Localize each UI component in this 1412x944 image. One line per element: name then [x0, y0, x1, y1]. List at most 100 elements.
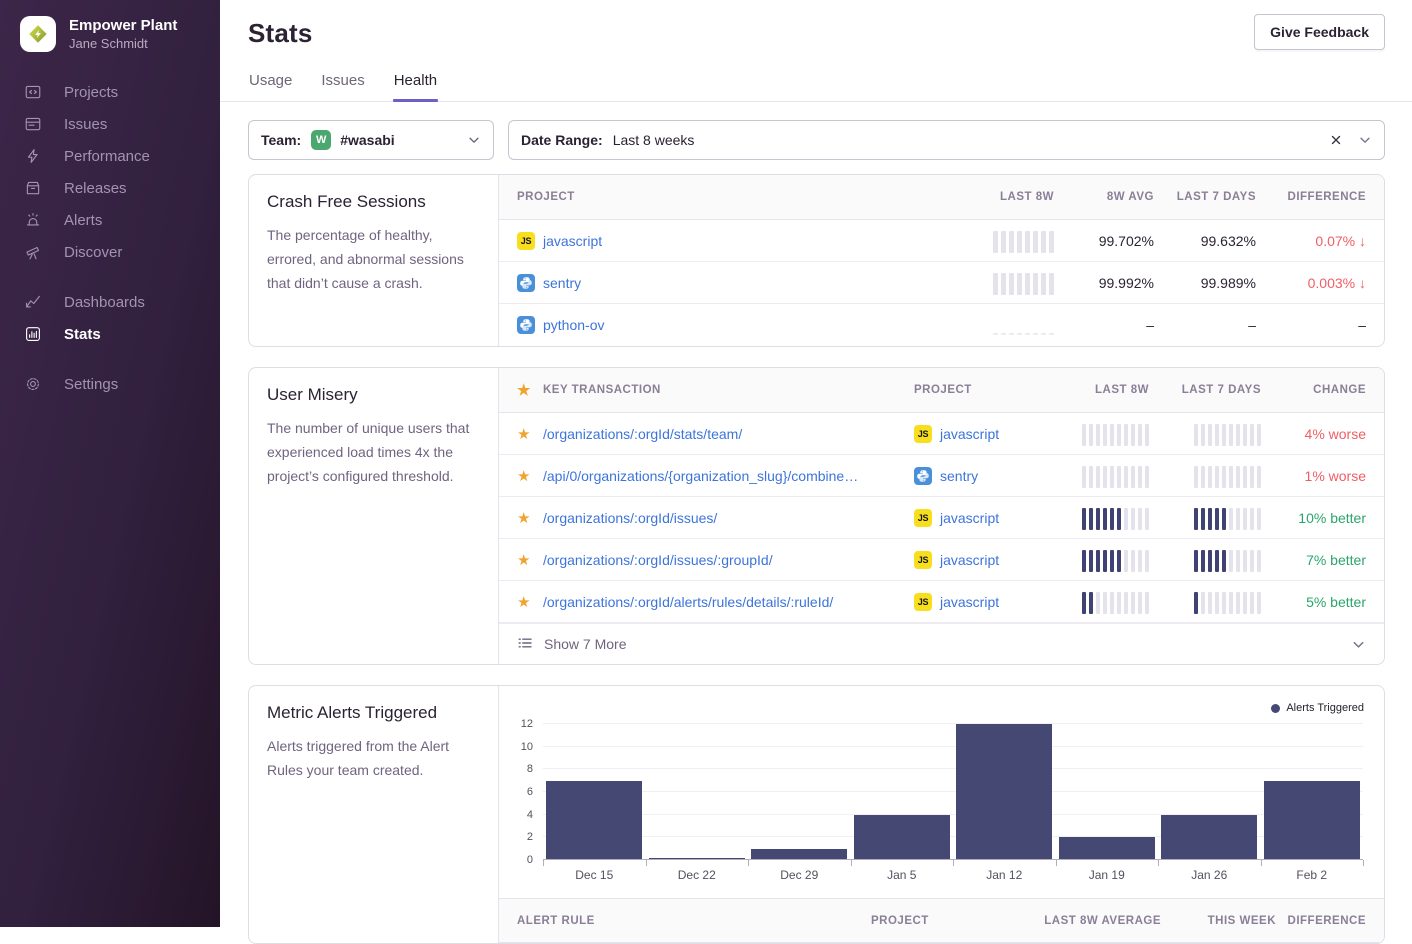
change-value: 1% worse [1261, 468, 1366, 484]
axis-tick [543, 860, 544, 866]
table-header: PROJECT LAST 8W 8W AVG LAST 7 DAYS DIFFE… [499, 175, 1384, 220]
sidebar-item-label: Stats [64, 326, 101, 343]
table-row: ★ /organizations/:orgId/stats/team/ JSja… [499, 413, 1384, 455]
sparkline [1194, 506, 1261, 530]
spark-bar [1194, 424, 1198, 446]
spark-bar [1243, 592, 1247, 614]
star-icon[interactable]: ★ [517, 509, 543, 527]
spark-bar [1194, 466, 1198, 488]
spark-bar [1009, 231, 1014, 253]
projects-icon [24, 83, 42, 101]
spark-bar [1082, 550, 1086, 572]
spark-bar [1089, 592, 1093, 614]
project-link[interactable]: javascript [940, 552, 999, 568]
project-link[interactable]: javascript [940, 426, 999, 442]
spark-bar [1110, 508, 1114, 530]
spark-bar [1243, 508, 1247, 530]
star-icon[interactable]: ★ [517, 593, 543, 611]
settings-icon [24, 375, 42, 393]
sparkline [1194, 548, 1261, 572]
spark-bar [1201, 550, 1205, 572]
spark-bar [1041, 231, 1046, 253]
transaction-link[interactable]: /organizations/:orgId/issues/:groupId/ [543, 552, 773, 568]
releases-icon [24, 179, 42, 197]
change-value: 10% better [1261, 510, 1366, 526]
sidebar-item-performance[interactable]: Performance [0, 140, 220, 172]
spark-bar [1208, 508, 1212, 530]
transaction-link[interactable]: /api/0/organizations/{organization_slug}… [543, 468, 858, 484]
spark-bar [1250, 592, 1254, 614]
spark-bar [1025, 231, 1030, 253]
sidebar-item-issues[interactable]: Issues [0, 108, 220, 140]
spark-bar [1041, 273, 1046, 295]
project-link[interactable]: javascript [543, 233, 602, 249]
spark-bar [1131, 466, 1135, 488]
transaction-link[interactable]: /organizations/:orgId/issues/ [543, 510, 717, 526]
star-icon[interactable]: ★ [517, 551, 543, 569]
sidebar-item-alerts[interactable]: Alerts [0, 204, 220, 236]
sidebar-item-releases[interactable]: Releases [0, 172, 220, 204]
spark-bar [1236, 550, 1240, 572]
metric-alerts-card: Metric Alerts Triggered Alerts triggered… [248, 685, 1385, 944]
spark-bar [1138, 592, 1142, 614]
difference-value: 0.07% ↓ [1256, 233, 1366, 249]
column-header-last7days: LAST 7 DAYS [1149, 384, 1261, 396]
javascript-platform-icon: JS [517, 232, 535, 250]
issues-icon [24, 115, 42, 133]
spark-bar [1194, 508, 1198, 530]
team-select[interactable]: Team: W #wasabi [248, 120, 494, 160]
date-range-select[interactable]: Date Range: Last 8 weeks [508, 120, 1385, 160]
spark-bar [1009, 273, 1014, 295]
column-header-this-week: THIS WEEK [1161, 915, 1276, 927]
table-row: JSjavascript 99.702% 99.632% 0.07% ↓ [499, 220, 1384, 262]
sidebar-item-stats[interactable]: Stats [0, 318, 220, 350]
tab-issues[interactable]: Issues [320, 66, 365, 101]
card-description: The percentage of healthy, errored, and … [267, 223, 480, 295]
dashboards-icon [24, 293, 42, 311]
give-feedback-button[interactable]: Give Feedback [1254, 14, 1385, 50]
sparkline [1194, 464, 1261, 488]
spark-bar [1250, 466, 1254, 488]
org-switcher[interactable]: Empower Plant Jane Schmidt [0, 16, 220, 52]
axis-tick [646, 860, 647, 866]
sidebar-item-discover[interactable]: Discover [0, 236, 220, 268]
transaction-link[interactable]: /organizations/:orgId/alerts/rules/detai… [543, 594, 833, 610]
y-axis-label: 6 [509, 786, 533, 798]
spark-bar [1025, 333, 1030, 335]
sparkline [993, 313, 1054, 337]
project-link[interactable]: python-ov [543, 317, 604, 333]
sidebar-nav: Projects Issues Performance Releases Ale… [0, 76, 220, 400]
alerts-bar [1161, 815, 1257, 860]
sidebar-item-label: Settings [64, 376, 118, 393]
project-link[interactable]: javascript [940, 594, 999, 610]
alerts-bar [1059, 837, 1155, 860]
sidebar-item-settings[interactable]: Settings [0, 368, 220, 400]
star-icon[interactable]: ★ [517, 467, 543, 485]
down-arrow-icon: ↓ [1359, 275, 1366, 291]
stats-icon [24, 325, 42, 343]
project-link[interactable]: sentry [543, 275, 581, 291]
table-row: sentry 99.992% 99.989% 0.003% ↓ [499, 262, 1384, 304]
user-misery-card: User Misery The number of unique users t… [248, 367, 1385, 665]
spark-bar [1096, 424, 1100, 446]
sidebar-item-label: Alerts [64, 212, 102, 229]
column-header-key-transaction: KEY TRANSACTION [543, 384, 914, 396]
org-user: Jane Schmidt [69, 35, 177, 52]
table-row: ★ /api/0/organizations/{organization_slu… [499, 455, 1384, 497]
tab-usage[interactable]: Usage [248, 66, 293, 101]
last7-value: 99.632% [1154, 233, 1256, 249]
chart-legend: Alerts Triggered [1271, 702, 1364, 714]
sidebar-item-projects[interactable]: Projects [0, 76, 220, 108]
column-header-project: PROJECT [871, 915, 1021, 927]
sidebar-item-dashboards[interactable]: Dashboards [0, 286, 220, 318]
sparkline [1082, 506, 1149, 530]
table-row: ★ /organizations/:orgId/issues/ JSjavasc… [499, 497, 1384, 539]
transaction-link[interactable]: /organizations/:orgId/stats/team/ [543, 426, 742, 442]
tab-health[interactable]: Health [393, 66, 438, 101]
spark-bar [1096, 550, 1100, 572]
project-link[interactable]: sentry [940, 468, 978, 484]
show-more-button[interactable]: Show 7 More [499, 623, 1384, 664]
project-link[interactable]: javascript [940, 510, 999, 526]
star-icon[interactable]: ★ [517, 425, 543, 443]
clear-icon[interactable] [1329, 133, 1343, 147]
